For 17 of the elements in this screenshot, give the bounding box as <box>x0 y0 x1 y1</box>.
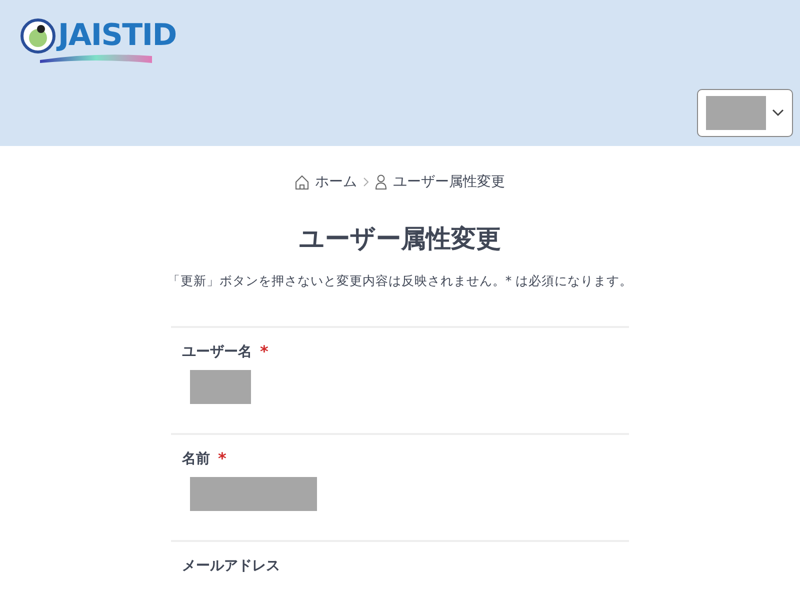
user-menu-dropdown[interactable] <box>697 89 793 137</box>
field-label: 名前 <box>182 450 210 468</box>
breadcrumb-current: ユーザー属性変更 <box>393 172 505 192</box>
notice-text: 「更新」ボタンを押さないと変更内容は反映されません。* は必須になります。 <box>167 272 633 290</box>
required-mark: * <box>260 341 268 363</box>
logo-swoosh-icon <box>40 54 152 64</box>
field-label: ユーザー名 <box>182 342 252 362</box>
field-label: メールアドレス <box>182 556 280 576</box>
user-icon <box>375 174 387 190</box>
page-title: ユーザー属性変更 <box>299 223 501 255</box>
logo-emblem-icon <box>20 18 56 54</box>
logo-text: JAISTID <box>58 18 176 54</box>
home-icon <box>295 174 309 190</box>
chevron-down-icon <box>772 109 784 117</box>
required-mark: * <box>218 448 226 470</box>
breadcrumb-link[interactable]: ホーム <box>315 172 357 192</box>
chevron-right-icon <box>363 177 369 187</box>
